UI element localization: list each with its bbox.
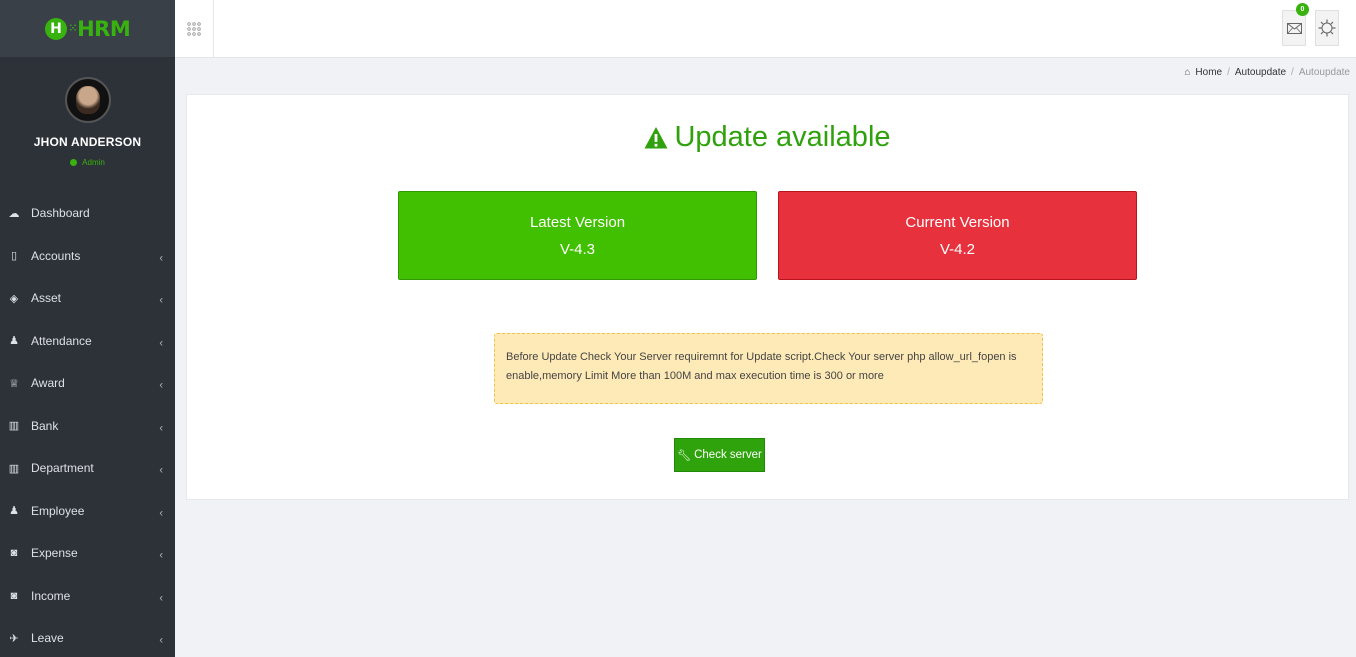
breadcrumb-separator: / xyxy=(1291,67,1294,78)
logo-text: HRM xyxy=(77,16,131,41)
current-version-box: Current Version V-4.2 xyxy=(778,191,1137,280)
breadcrumb-separator: / xyxy=(1227,67,1230,78)
grid-icon xyxy=(187,21,201,36)
sidebar-item-label: Award xyxy=(31,376,65,391)
logo-badge: H xyxy=(44,17,67,40)
sidebar-item-income[interactable]: ◙ Income ‹ xyxy=(0,575,175,618)
sidebar-item-leave[interactable]: ✈ Leave ‹ xyxy=(0,617,175,657)
sidebar-item-employee[interactable]: ♟ Employee ‹ xyxy=(0,490,175,533)
home-icon: ⌂ xyxy=(1184,67,1191,78)
sidebar-menu: ☁ Dashboard ▯ Accounts ‹ ◈ Asset ‹ ♟ Attendance ‹ ♕… xyxy=(0,192,175,657)
chevron-left-icon: ‹ xyxy=(159,337,163,350)
sidebar-item-asset[interactable]: ◈ Asset ‹ xyxy=(0,277,175,320)
chevron-left-icon: ‹ xyxy=(159,592,163,605)
sidebar-item-label: Expense xyxy=(31,546,78,561)
latest-version-label: Latest Version xyxy=(529,214,626,231)
sidebar-item-award[interactable]: ♕ Award ‹ xyxy=(0,362,175,405)
sidebar-item-label: Department xyxy=(31,461,94,476)
chevron-left-icon: ‹ xyxy=(159,634,163,647)
sidebar-item-label: Dashboard xyxy=(31,206,90,221)
latest-version-box: Latest Version V-4.3 xyxy=(398,191,757,280)
chevron-left-icon: ‹ xyxy=(159,294,163,307)
breadcrumb-parent[interactable]: Autoupdate xyxy=(1235,67,1286,78)
chevron-left-icon: ‹ xyxy=(159,379,163,392)
sidebar-item-attendance[interactable]: ♟ Attendance ‹ xyxy=(0,320,175,363)
money-icon: ◙ xyxy=(10,589,18,602)
sidebar-item-label: Accounts xyxy=(31,248,81,263)
online-status-dot xyxy=(70,159,78,166)
sidebar-item-accounts[interactable]: ▯ Accounts ‹ xyxy=(0,235,175,278)
sidebar-item-label: Employee xyxy=(31,503,85,518)
current-version-value: V-4.2 xyxy=(939,241,976,258)
sidebar-item-label: Asset xyxy=(31,291,62,306)
avatar[interactable] xyxy=(64,77,111,123)
user-role: Admin xyxy=(0,158,175,167)
mail-count-badge: 0 xyxy=(1296,3,1309,16)
chevron-left-icon: ‹ xyxy=(159,507,163,520)
sidebar-item-dashboard[interactable]: ☁ Dashboard xyxy=(0,192,175,235)
chevron-left-icon: ‹ xyxy=(159,422,163,435)
warning-icon xyxy=(644,126,668,148)
plane-icon: ✈ xyxy=(9,632,19,645)
bank-icon: ▥ xyxy=(8,420,20,433)
user-name: JHON ANDERSON xyxy=(33,135,142,149)
sidebar: H ⁙ HRM JHON ANDERSON Admin ☁ Dashboard ▯ A… xyxy=(0,0,175,657)
users-icon: ♟ xyxy=(9,505,19,518)
current-version-label: Current Version xyxy=(905,214,1010,231)
sidebar-item-label: Leave xyxy=(31,631,64,646)
app-logo[interactable]: H ⁙ HRM xyxy=(44,16,131,41)
mail-icon xyxy=(1286,22,1302,34)
user-icon: ♟ xyxy=(9,335,19,348)
avatar-face xyxy=(75,86,100,114)
breadcrumb-current: Autoupdate xyxy=(1298,67,1350,78)
topbar: 0 xyxy=(175,0,1356,58)
trophy-icon: ♕ xyxy=(9,377,19,390)
sidebar-item-department[interactable]: ▥ Department ‹ xyxy=(0,447,175,490)
apps-grid-button[interactable] xyxy=(175,0,214,57)
sidebar-item-label: Income xyxy=(31,588,71,603)
sidebar-item-label: Attendance xyxy=(31,333,92,348)
sidebar-item-label: Bank xyxy=(31,418,59,433)
update-card: Update available Latest Version V-4.3 Cu… xyxy=(186,94,1349,500)
settings-button[interactable] xyxy=(1315,10,1339,46)
user-profile: JHON ANDERSON Admin xyxy=(0,57,175,167)
chevron-left-icon: ‹ xyxy=(159,464,163,477)
latest-version-value: V-4.3 xyxy=(559,241,596,258)
wrench-icon: 🔧︎ xyxy=(677,449,692,462)
page-title-text: Update available xyxy=(674,121,891,153)
sidebar-item-bank[interactable]: ▥ Bank ‹ xyxy=(0,405,175,448)
breadcrumb: ⌂ Home / Autoupdate / Autoupdate xyxy=(1184,67,1350,78)
accounts-icon: ▯ xyxy=(10,250,18,263)
sidebar-item-expense[interactable]: ◙ Expense ‹ xyxy=(0,532,175,575)
money-icon: ◙ xyxy=(10,547,18,560)
server-requirements-notice: Before Update Check Your Server requirem… xyxy=(494,333,1043,404)
dashboard-icon: ☁ xyxy=(8,207,20,220)
check-server-label: Check server xyxy=(694,449,762,461)
diamond-icon: ◈ xyxy=(9,292,19,305)
page-title: Update available xyxy=(187,121,1348,154)
chevron-left-icon: ‹ xyxy=(159,252,163,265)
logo-bar: H ⁙ HRM xyxy=(0,0,175,57)
chevron-left-icon: ‹ xyxy=(159,549,163,562)
logo-dots: ⁙ xyxy=(68,23,77,34)
user-role-label: Admin xyxy=(82,158,105,167)
gear-icon xyxy=(1318,19,1336,37)
bank-icon: ▥ xyxy=(8,462,20,475)
check-server-button[interactable]: 🔧︎ Check server xyxy=(674,438,765,472)
breadcrumb-home[interactable]: Home xyxy=(1195,67,1222,78)
